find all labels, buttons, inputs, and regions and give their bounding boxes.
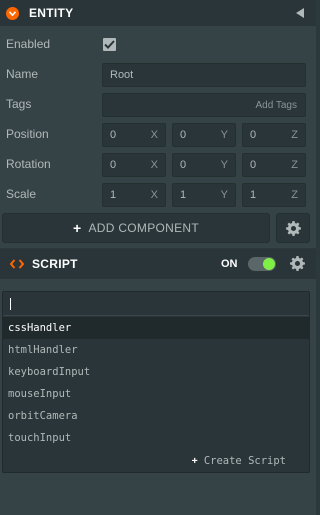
rotation-z-value: 0 — [250, 159, 257, 171]
add-component-label: ADD COMPONENT — [88, 221, 200, 235]
scale-row: Scale 1 X 1 Y 1 Z — [0, 179, 316, 209]
script-item-csshandler[interactable]: cssHandler — [3, 317, 309, 339]
plus-icon: + — [72, 220, 82, 236]
script-panel-header[interactable]: SCRIPT ON — [0, 249, 316, 279]
name-row: Name Root — [0, 59, 316, 89]
entity-panel-title: ENTITY — [29, 6, 74, 20]
script-item-touchinput[interactable]: touchInput — [3, 427, 309, 449]
toggle-state-label: ON — [221, 258, 238, 270]
chevron-down-icon[interactable] — [6, 6, 19, 20]
position-label: Position — [6, 127, 49, 141]
scale-y-value: 1 — [180, 189, 187, 201]
axis-y-label: Y — [220, 189, 228, 201]
position-z-value: 0 — [250, 129, 257, 141]
rotation-x-value: 0 — [110, 159, 117, 171]
script-panel-title: SCRIPT — [32, 257, 78, 271]
scale-x-input[interactable]: 1 X — [102, 183, 166, 207]
entity-settings-button[interactable] — [276, 213, 310, 243]
scale-y-input[interactable]: 1 Y — [172, 183, 236, 207]
entity-panel-body: Enabled Name Root Tags Add Tags Position… — [0, 26, 316, 248]
rotation-row: Rotation 0 X 0 Y 0 Z — [0, 149, 316, 179]
gear-icon — [285, 220, 301, 236]
script-enabled-toggle[interactable] — [248, 257, 276, 271]
position-x-value: 0 — [110, 129, 117, 141]
enabled-row: Enabled — [0, 29, 316, 59]
scale-z-input[interactable]: 1 Z — [242, 183, 306, 207]
axis-x-label: X — [150, 189, 158, 201]
script-item-keyboardinput[interactable]: keyboardInput — [3, 361, 309, 383]
enabled-label: Enabled — [6, 37, 51, 51]
axis-y-label: Y — [220, 159, 228, 171]
axis-x-label: X — [150, 159, 158, 171]
rotation-x-input[interactable]: 0 X — [102, 153, 166, 177]
triangle-left-icon[interactable] — [296, 7, 304, 21]
position-z-input[interactable]: 0 Z — [242, 123, 306, 147]
rotation-y-value: 0 — [180, 159, 187, 171]
rotation-y-input[interactable]: 0 Y — [172, 153, 236, 177]
create-script-button[interactable]: + Create Script — [192, 455, 286, 467]
script-panel-body: cssHandler htmlHandler keyboardInput mou… — [0, 279, 316, 515]
script-search-input[interactable] — [3, 292, 309, 316]
name-input-value: Root — [110, 69, 134, 81]
position-row: Position 0 X 0 Y 0 Z — [0, 119, 316, 149]
text-cursor — [10, 298, 11, 310]
gear-icon[interactable] — [290, 256, 305, 274]
position-y-value: 0 — [180, 129, 187, 141]
name-label: Name — [6, 67, 39, 81]
tags-input[interactable]: Add Tags — [102, 93, 306, 117]
plus-icon: + — [191, 455, 198, 467]
script-item-htmlhandler[interactable]: htmlHandler — [3, 339, 309, 361]
rotation-z-input[interactable]: 0 Z — [242, 153, 306, 177]
rotation-label: Rotation — [6, 157, 51, 171]
scale-label: Scale — [6, 187, 37, 201]
script-picker-dropdown: cssHandler htmlHandler keyboardInput mou… — [2, 291, 310, 473]
axis-x-label: X — [150, 129, 158, 141]
entity-panel-header: ENTITY — [0, 0, 316, 26]
axis-z-label: Z — [291, 129, 298, 141]
scale-x-value: 1 — [110, 189, 117, 201]
tags-row: Tags Add Tags — [0, 89, 316, 119]
create-script-label: Create Script — [203, 455, 286, 467]
check-icon — [104, 40, 115, 49]
axis-y-label: Y — [220, 129, 228, 141]
enabled-checkbox[interactable] — [103, 38, 116, 51]
script-item-mouseinput[interactable]: mouseInput — [3, 383, 309, 405]
script-item-orbitcamera[interactable]: orbitCamera — [3, 405, 309, 427]
tags-label: Tags — [6, 97, 32, 111]
position-y-input[interactable]: 0 Y — [172, 123, 236, 147]
tags-placeholder: Add Tags — [255, 99, 297, 111]
add-component-button[interactable]: + ADD COMPONENT — [2, 213, 270, 243]
axis-z-label: Z — [291, 189, 298, 201]
code-icon — [10, 259, 24, 269]
position-x-input[interactable]: 0 X — [102, 123, 166, 147]
axis-z-label: Z — [291, 159, 298, 171]
name-input[interactable]: Root — [102, 63, 306, 87]
scale-z-value: 1 — [250, 189, 257, 201]
toggle-knob — [263, 258, 275, 270]
